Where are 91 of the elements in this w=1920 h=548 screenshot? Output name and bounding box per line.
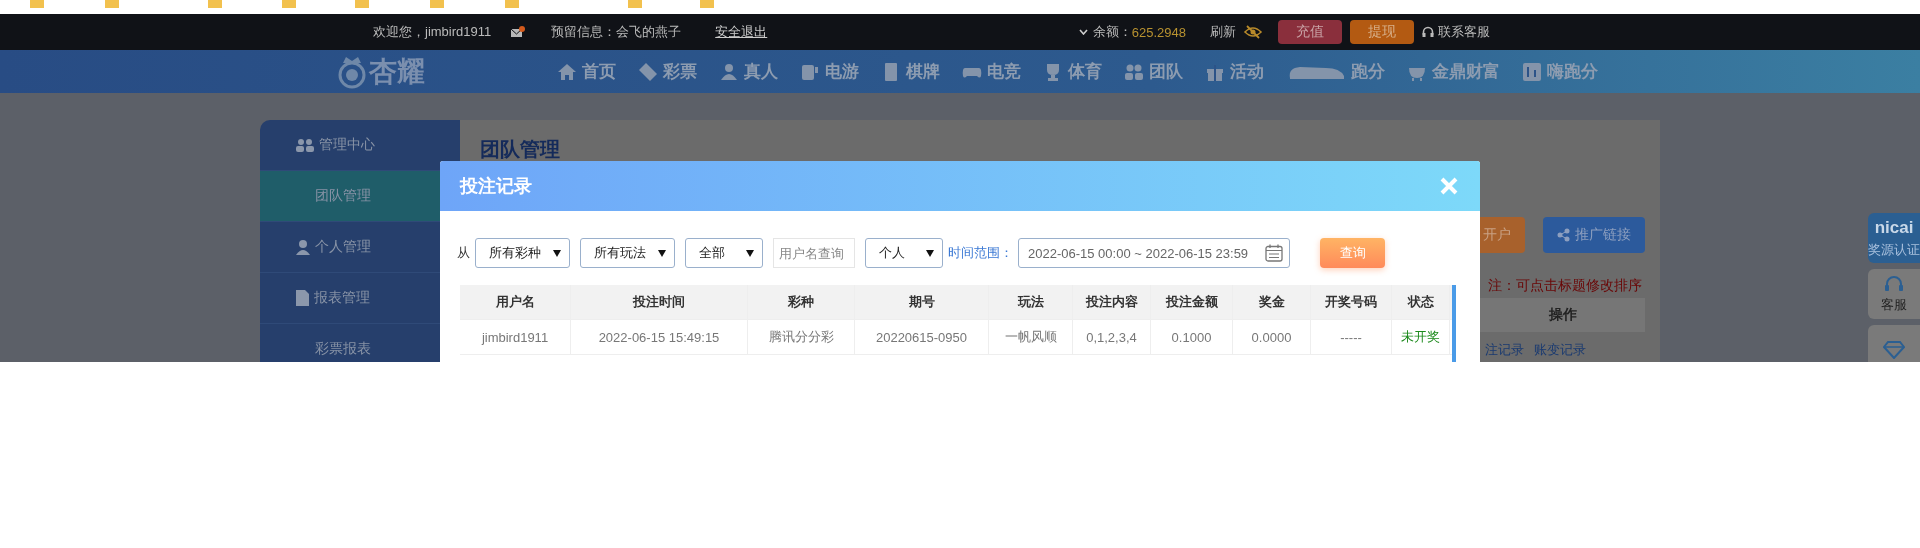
column-header[interactable]: 状态 <box>1392 285 1450 319</box>
share-link-button[interactable]: 推广链接 <box>1543 217 1645 253</box>
table-cell: 20220615-0950 <box>855 320 989 354</box>
column-header[interactable]: 奖金 <box>1233 285 1311 319</box>
person-icon <box>296 239 310 255</box>
column-header[interactable]: 开奖号码 <box>1311 285 1392 319</box>
select-field[interactable]: 所有玩法 <box>580 238 675 268</box>
column-header[interactable]: 投注金额 <box>1151 285 1233 319</box>
table-cell: 未开奖 <box>1392 320 1450 354</box>
caret-icon <box>746 249 754 257</box>
hi-icon <box>1522 61 1542 82</box>
refresh-link[interactable]: 刷新 <box>1210 23 1236 41</box>
record-link[interactable]: 账变记录 <box>1534 342 1586 358</box>
date-range-field[interactable]: 2022-06-15 00:00 ~ 2022-06-15 23:59 <box>1018 238 1290 268</box>
people-icon <box>296 138 314 152</box>
share-icon <box>1557 228 1570 242</box>
time-range-label: 时间范围： <box>948 244 1013 262</box>
record-link[interactable]: 注记录 <box>1485 342 1524 358</box>
diamond-button[interactable] <box>1868 325 1920 362</box>
welcome-text: 欢迎您，jimbird1911 <box>373 23 492 41</box>
caret-icon <box>658 249 666 257</box>
nav-link[interactable]: 嗨跑分 <box>1522 60 1598 83</box>
nav-link[interactable]: 棋牌 <box>881 60 940 83</box>
table-header-cell: 操作 <box>1480 298 1645 332</box>
folder-icon[interactable] <box>105 0 119 8</box>
chevron-icon[interactable] <box>1078 29 1088 35</box>
select-field[interactable]: 所有彩种 <box>475 238 570 268</box>
person-icon <box>719 61 739 82</box>
site-logo[interactable]: 杏耀 <box>337 52 425 91</box>
diamond-icon <box>1883 341 1905 359</box>
nav-link[interactable]: 金鼎财富 <box>1407 60 1500 83</box>
logout-link[interactable]: 安全退出 <box>715 23 768 41</box>
dialog-title: 投注记录 <box>460 175 532 198</box>
column-header[interactable]: 期号 <box>855 285 989 319</box>
support-button[interactable]: 客服 <box>1868 269 1920 319</box>
nav-link[interactable]: 跑分 <box>1286 60 1385 83</box>
headset-icon <box>1884 274 1904 293</box>
home-icon <box>557 61 577 82</box>
folder-icon[interactable] <box>355 0 369 8</box>
document-icon <box>296 290 309 306</box>
table-cell: 0.0000 <box>1233 320 1311 354</box>
headset-icon[interactable] <box>1422 26 1434 38</box>
page-title: 团队管理 <box>480 137 560 162</box>
query-button[interactable]: 查询 <box>1320 238 1385 268</box>
verification-button[interactable]: nicai 奖源认证 <box>1868 213 1920 263</box>
mail-icon[interactable] <box>511 26 526 38</box>
column-header[interactable]: 玩法 <box>989 285 1073 319</box>
nav-link[interactable]: 彩票 <box>638 60 697 83</box>
caret-icon <box>926 249 934 257</box>
caret-icon <box>553 249 561 257</box>
sort-note: 注：可点击标题修改排序 <box>1488 277 1642 295</box>
close-icon[interactable] <box>1440 177 1458 195</box>
select-field[interactable]: 全部 <box>685 238 763 268</box>
select-field[interactable]: 个人 <box>865 238 943 268</box>
reserved-info: 预留信息：会飞的燕子 <box>551 23 682 41</box>
folder-icon[interactable] <box>282 0 296 8</box>
table-cell: 0,1,2,3,4 <box>1073 320 1151 354</box>
calendar-icon[interactable] <box>1265 244 1283 262</box>
deposit-button[interactable]: 充值 <box>1278 20 1342 44</box>
nav-link[interactable]: 体育 <box>1043 60 1102 83</box>
nav-link[interactable]: 团队 <box>1124 60 1183 83</box>
tag-icon <box>638 61 658 82</box>
folder-icon[interactable] <box>208 0 222 8</box>
support-link[interactable]: 联系客服 <box>1438 23 1490 41</box>
nav-link[interactable]: 电游 <box>800 60 859 83</box>
from-label: 从 <box>457 244 470 262</box>
crown-icon <box>337 54 367 89</box>
table-cell: 2022-06-15 15:49:15 <box>571 320 748 354</box>
column-header[interactable]: 用户名 <box>460 285 571 319</box>
table-cell: jimbird1911 <box>460 320 571 354</box>
withdraw-button[interactable]: 提现 <box>1350 20 1414 44</box>
table-cell: 一帆风顺 <box>989 320 1073 354</box>
folder-icon[interactable] <box>700 0 714 8</box>
column-header[interactable]: 投注时间 <box>571 285 748 319</box>
table-cell: ----- <box>1311 320 1392 354</box>
balance-value: 625.2948 <box>1131 24 1186 40</box>
folder-icon[interactable] <box>30 0 44 8</box>
username-field[interactable]: 用户名查询 <box>773 238 855 268</box>
nav-link[interactable]: 首页 <box>557 60 616 83</box>
column-header[interactable]: 投注内容 <box>1073 285 1151 319</box>
folder-icon[interactable] <box>430 0 444 8</box>
table-cell: 0.1000 <box>1151 320 1233 354</box>
folder-icon[interactable] <box>628 0 642 8</box>
table-cell: 腾讯分分彩 <box>748 320 855 354</box>
nav-link[interactable]: 真人 <box>719 60 778 83</box>
folder-icon[interactable] <box>505 0 519 8</box>
eye-slash-icon[interactable] <box>1244 25 1262 39</box>
column-header[interactable]: 彩种 <box>748 285 855 319</box>
nav-link[interactable]: 电竞 <box>962 60 1021 83</box>
balance-label: 余额： <box>1092 23 1132 41</box>
nav-link[interactable]: 活动 <box>1205 60 1264 83</box>
